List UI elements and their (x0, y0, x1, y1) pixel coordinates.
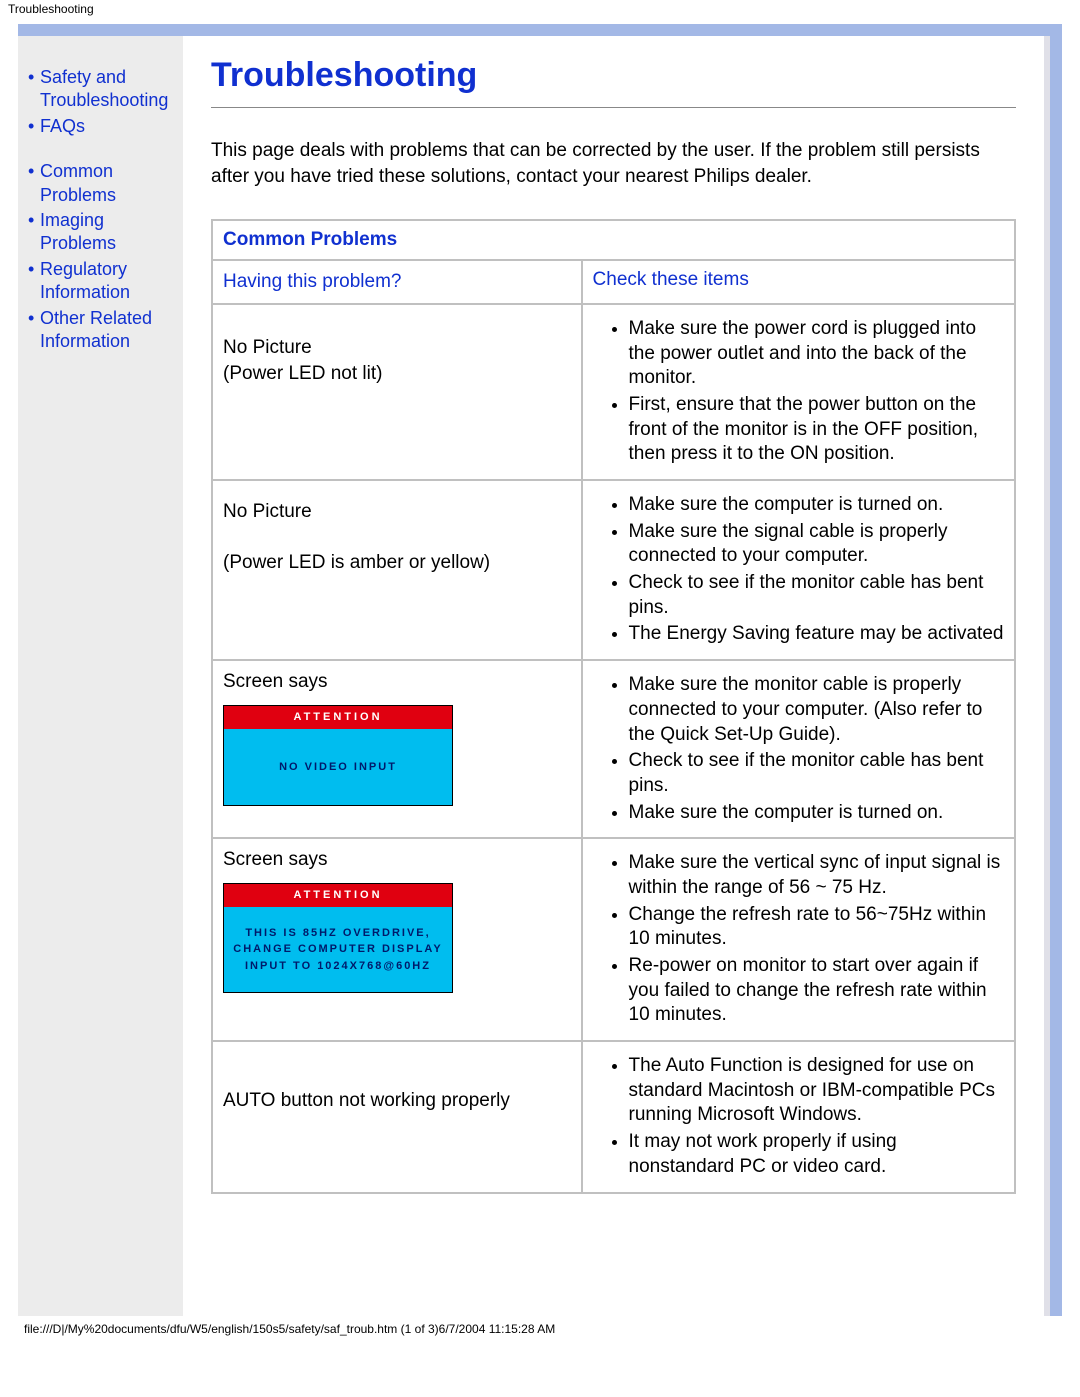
list-item: The Energy Saving feature may be activat… (629, 622, 1004, 647)
troubleshoot-table: Common Problems Having this problem? Che… (211, 219, 1016, 1193)
check-list: Make sure the computer is turned on. Mak… (593, 493, 1004, 647)
col2-header: Check these items (593, 269, 749, 290)
tab-title: Troubleshooting (0, 0, 1080, 18)
section-header: Common Problems (223, 229, 397, 250)
list-item: Make sure the power cord is plugged into… (629, 317, 1004, 391)
table-row: AUTO button not working properly The Aut… (213, 1042, 1014, 1191)
check-cell: Make sure the power cord is plugged into… (583, 305, 1014, 479)
page-frame: •Safety and Troubleshooting •FAQs •Commo… (18, 24, 1062, 1316)
list-item: First, ensure that the power button on t… (629, 393, 1004, 467)
intro-text: This page deals with problems that can b… (211, 138, 1016, 189)
problem-text: No Picture (223, 337, 312, 358)
list-item: It may not work properly if using nonsta… (629, 1130, 1004, 1179)
problem-cell: Screen says ATTENTION THIS IS 85HZ OVERD… (213, 839, 581, 1040)
divider (211, 107, 1016, 108)
section-header-cell: Common Problems (213, 221, 1014, 259)
check-list: The Auto Function is designed for use on… (593, 1054, 1004, 1179)
problem-cell: Screen says ATTENTION NO VIDEO INPUT (213, 661, 581, 837)
table-row: Screen says ATTENTION NO VIDEO INPUT Mak… (213, 661, 1014, 837)
nav-list: •Safety and Troubleshooting •FAQs (28, 66, 173, 138)
list-item: Re-power on monitor to start over again … (629, 954, 1004, 1028)
osd-line: THIS IS 85HZ OVERDRIVE, (232, 925, 444, 942)
problem-text: No Picture (223, 501, 312, 522)
problem-text: Screen says (223, 671, 328, 692)
sidebar: •Safety and Troubleshooting •FAQs •Commo… (18, 36, 183, 1316)
problem-text: (Power LED not lit) (223, 363, 382, 384)
col2-header-cell: Check these items (583, 261, 1014, 303)
list-item: Make sure the vertical sync of input sig… (629, 851, 1004, 900)
problem-cell: AUTO button not working properly (213, 1042, 581, 1191)
osd-body: NO VIDEO INPUT (224, 729, 452, 806)
list-item: Make sure the monitor cable is properly … (629, 673, 1004, 747)
page-title: Troubleshooting (211, 56, 1016, 95)
osd-graphic: ATTENTION NO VIDEO INPUT (223, 705, 453, 806)
osd-line: CHANGE COMPUTER DISPLAY (232, 941, 444, 958)
table-row: No Picture (Power LED is amber or yellow… (213, 481, 1014, 659)
list-item: The Auto Function is designed for use on… (629, 1054, 1004, 1128)
list-item: Change the refresh rate to 56~75Hz withi… (629, 903, 1004, 952)
nav-item-safety[interactable]: •Safety and Troubleshooting (28, 66, 173, 113)
footer-path: file:///D|/My%20documents/dfu/W5/english… (0, 1316, 1080, 1346)
problem-cell: No Picture (Power LED not lit) (213, 305, 581, 479)
nav-list-2: •Common Problems •Imaging Problems •Regu… (28, 160, 173, 353)
check-cell: Make sure the computer is turned on. Mak… (583, 481, 1014, 659)
osd-line: INPUT TO 1024X768@60HZ (232, 958, 444, 975)
osd-graphic: ATTENTION THIS IS 85HZ OVERDRIVE, CHANGE… (223, 883, 453, 993)
nav-item-faqs[interactable]: •FAQs (28, 115, 173, 138)
problem-text: AUTO button not working properly (223, 1090, 510, 1111)
check-list: Make sure the monitor cable is properly … (593, 673, 1004, 825)
nav-item-other[interactable]: •Other Related Information (28, 307, 173, 354)
nav-item-common[interactable]: •Common Problems (28, 160, 173, 207)
problem-cell: No Picture (Power LED is amber or yellow… (213, 481, 581, 659)
osd-header: ATTENTION (224, 884, 452, 907)
list-item: Check to see if the monitor cable has be… (629, 571, 1004, 620)
main-content: Troubleshooting This page deals with pro… (183, 36, 1050, 1316)
list-item: Make sure the computer is turned on. (629, 801, 1004, 826)
osd-body: THIS IS 85HZ OVERDRIVE, CHANGE COMPUTER … (224, 907, 452, 993)
list-item: Make sure the signal cable is properly c… (629, 520, 1004, 569)
col1-header-cell: Having this problem? (213, 261, 581, 303)
nav-item-imaging[interactable]: •Imaging Problems (28, 209, 173, 256)
problem-text: (Power LED is amber or yellow) (223, 552, 490, 573)
check-cell: Make sure the monitor cable is properly … (583, 661, 1014, 837)
check-list: Make sure the vertical sync of input sig… (593, 851, 1004, 1028)
col1-header: Having this problem? (223, 271, 401, 292)
check-cell: Make sure the vertical sync of input sig… (583, 839, 1014, 1040)
list-item: Check to see if the monitor cable has be… (629, 749, 1004, 798)
nav-item-regulatory[interactable]: •Regulatory Information (28, 258, 173, 305)
check-list: Make sure the power cord is plugged into… (593, 317, 1004, 467)
table-row: Screen says ATTENTION THIS IS 85HZ OVERD… (213, 839, 1014, 1040)
osd-header: ATTENTION (224, 706, 452, 729)
check-cell: The Auto Function is designed for use on… (583, 1042, 1014, 1191)
list-item: Make sure the computer is turned on. (629, 493, 1004, 518)
problem-text: Screen says (223, 849, 328, 870)
table-row: No Picture (Power LED not lit) Make sure… (213, 305, 1014, 479)
